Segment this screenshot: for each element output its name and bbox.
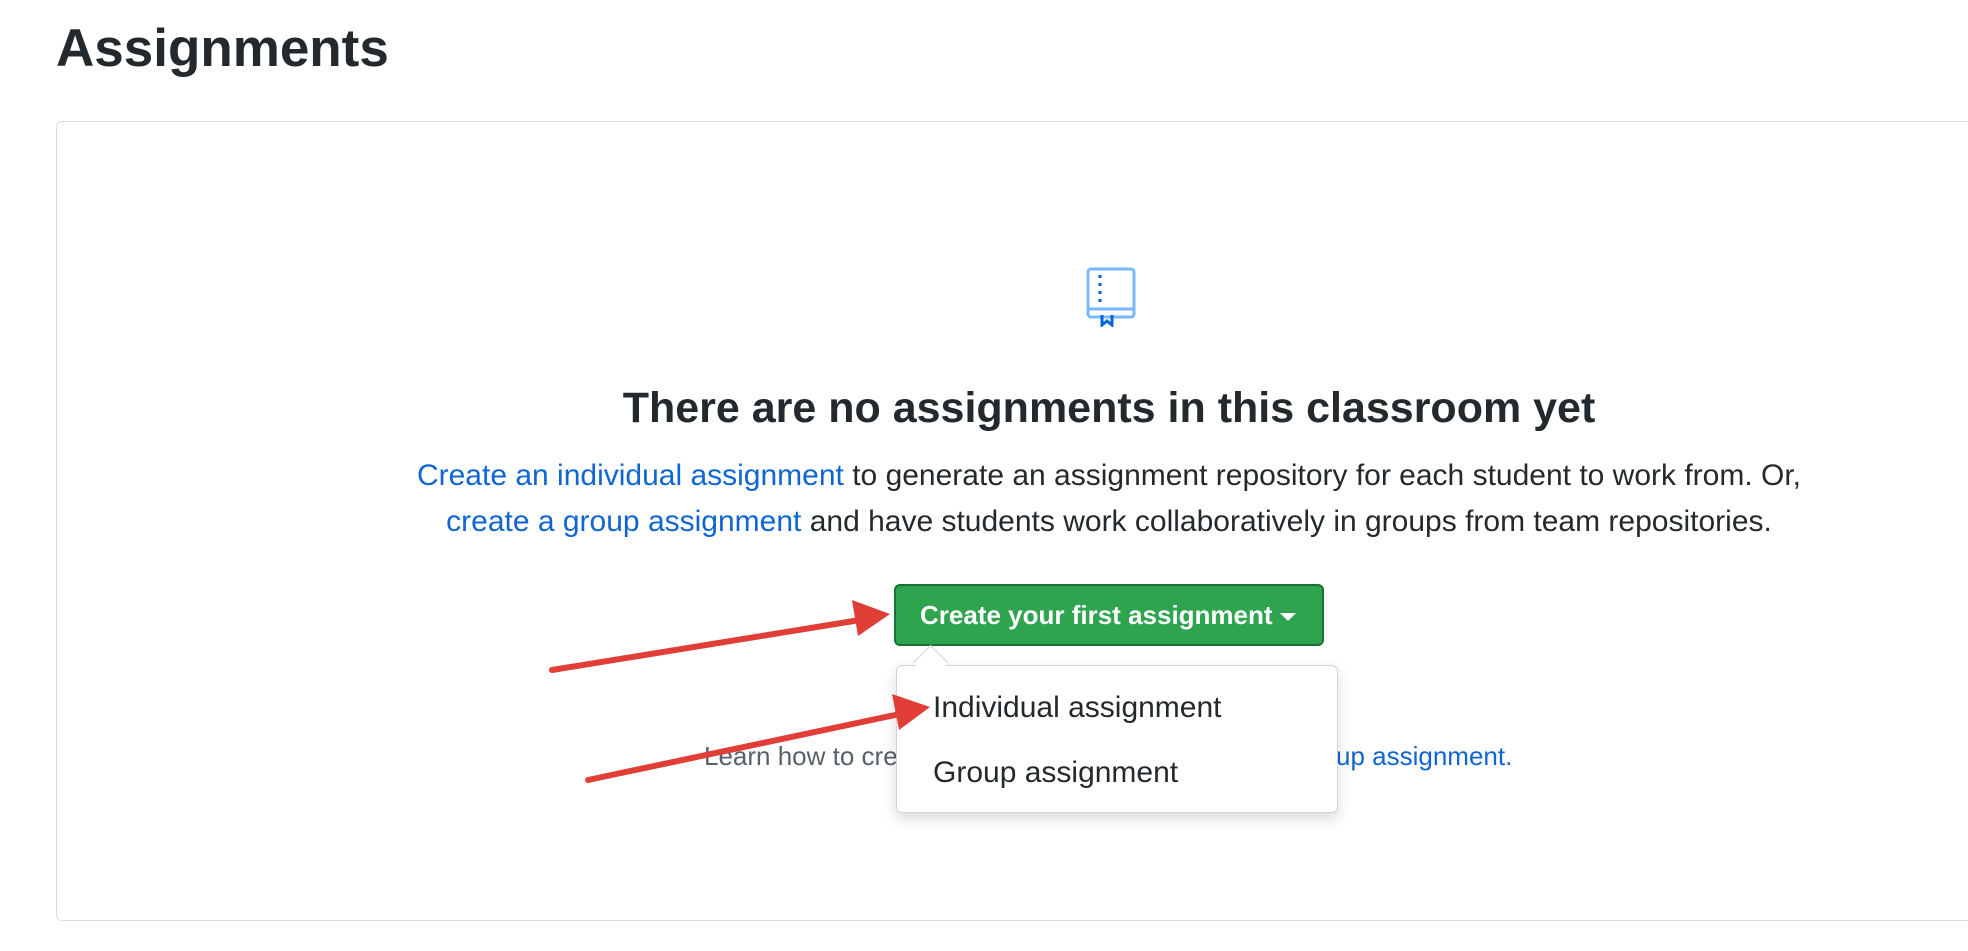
description-text-1: to generate an assignment repository for…: [843, 459, 1802, 492]
create-first-assignment-button[interactable]: Create your first assignment: [894, 584, 1324, 646]
create-individual-assignment-link[interactable]: Create an individual assignment: [417, 459, 844, 492]
caret-down-icon: [1280, 613, 1296, 621]
learn-group-assignment-link[interactable]: up assignment.: [1336, 738, 1512, 774]
empty-state-description-line-1: Create an individual assignment to gener…: [0, 454, 1968, 498]
dropdown-item-group-assignment[interactable]: Group assignment: [933, 753, 1178, 793]
dropdown-item-individual-assignment[interactable]: Individual assignment: [933, 688, 1222, 728]
empty-state-description-line-2: create a group assignment and have stude…: [0, 500, 1968, 544]
page-title: Assignments: [56, 19, 389, 78]
book-icon: [1086, 267, 1136, 327]
help-text: Learn how to cre: [704, 738, 898, 774]
description-text-2: and have students work collaboratively i…: [801, 505, 1772, 538]
create-group-assignment-link[interactable]: create a group assignment: [446, 505, 801, 538]
assignment-type-dropdown: Individual assignment Group assignment: [896, 665, 1338, 813]
create-button-label: Create your first assignment: [920, 599, 1273, 630]
help-text-prefix: Learn how to cre: [704, 741, 898, 771]
empty-state-headline: There are no assignments in this classro…: [622, 384, 1596, 432]
